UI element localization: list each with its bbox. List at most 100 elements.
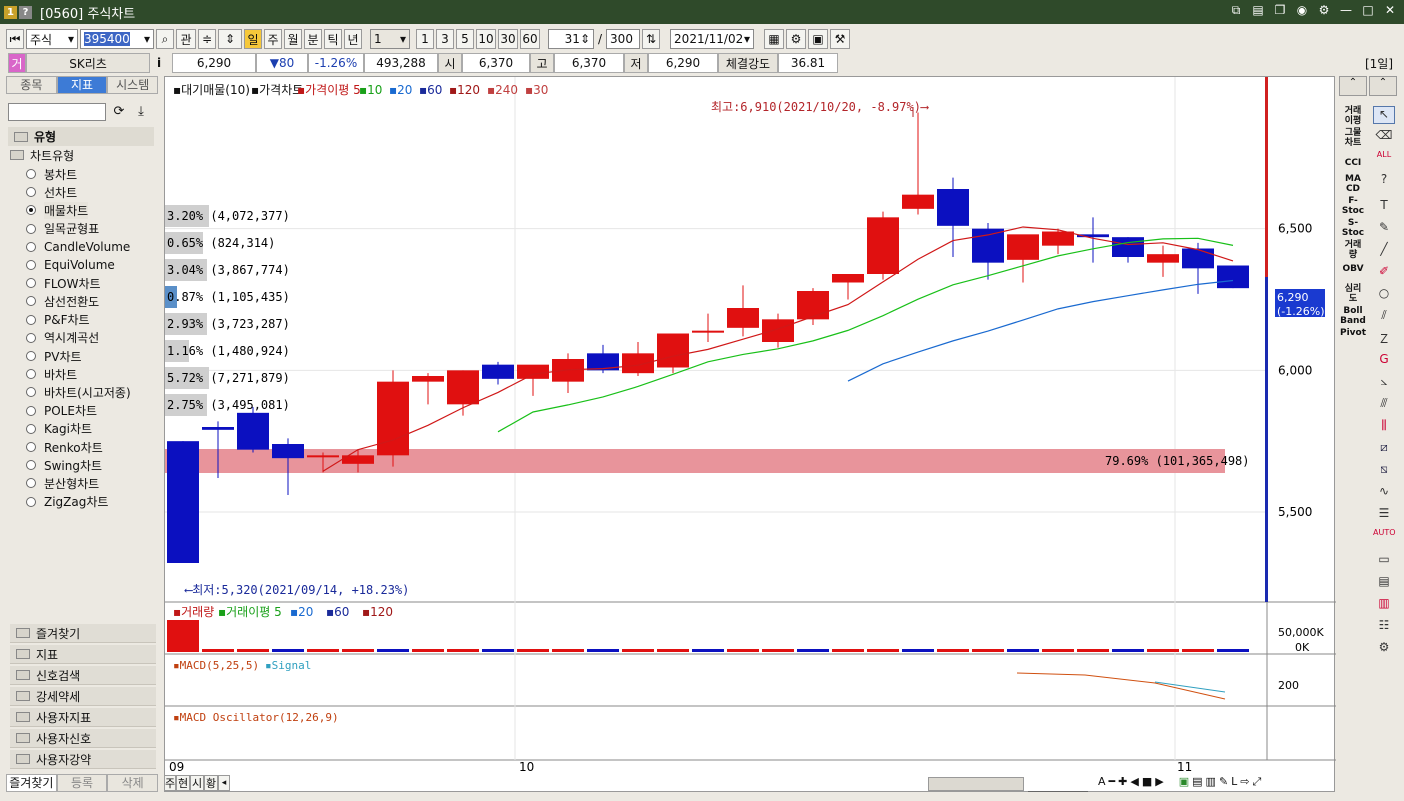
maximize-icon[interactable]: □ [1360, 3, 1376, 18]
chart-type-item[interactable]: 선차트 [26, 184, 77, 200]
hline-icon[interactable]: ☰ [1373, 506, 1395, 524]
first-icon[interactable]: ⏮ [6, 29, 24, 49]
category-item[interactable]: 사용자지표 [10, 708, 156, 727]
link-icon[interactable]: L [1231, 775, 1237, 789]
radio-icon[interactable] [26, 260, 36, 270]
indicator-item[interactable]: 거래 이평 [1339, 106, 1367, 126]
layout-icon[interactable]: ▤ [1250, 3, 1266, 18]
quick-60[interactable]: 60 [520, 29, 540, 49]
radio-icon[interactable] [26, 478, 36, 489]
quick-10[interactable]: 10 [476, 29, 496, 49]
chart-type-item[interactable]: ZigZag차트 [26, 494, 108, 510]
parallel-icon[interactable]: ⫻ [1373, 396, 1395, 414]
collapse-icon[interactable]: ⌃ [1369, 76, 1397, 96]
zigzag-icon[interactable]: Ｚ [1373, 330, 1395, 348]
radio-icon[interactable] [26, 496, 36, 507]
delete-button[interactable]: 삭제 [107, 774, 159, 792]
quick-1[interactable]: 1 [416, 29, 434, 49]
category-item[interactable]: 신호검색 [10, 666, 156, 685]
font-icon[interactable]: A [1098, 775, 1106, 789]
collapse-icon[interactable]: ⌃ [1339, 76, 1367, 96]
indicator-item[interactable]: 심리 도 [1339, 284, 1367, 304]
indicator-item[interactable]: Pivot [1339, 328, 1367, 338]
scroll-left-icon[interactable]: ◂ [218, 775, 230, 791]
category-item[interactable]: 지표 [10, 645, 156, 664]
wrench-icon[interactable]: ⚙ [1373, 640, 1395, 658]
date-select[interactable]: 2021/11/02 ▾ [670, 29, 755, 49]
tab-bottom-2[interactable]: 시 [190, 775, 204, 791]
info-icon[interactable]: i [152, 53, 166, 73]
radio-icon[interactable] [26, 241, 36, 252]
period-minute[interactable]: 분 [304, 29, 322, 49]
tab-bottom-3[interactable]: 황 [204, 775, 218, 791]
chart-type-item[interactable]: CandleVolume [26, 239, 130, 255]
total-input[interactable]: 300 [606, 29, 641, 49]
text-icon[interactable]: T [1373, 198, 1395, 216]
chart-type-item[interactable]: Kagi차트 [26, 421, 92, 437]
radio-icon[interactable] [26, 205, 36, 216]
category-item[interactable]: 사용자신호 [10, 729, 156, 748]
all-icon[interactable]: ALL [1373, 150, 1395, 168]
search-icon[interactable]: ⌕ [156, 29, 174, 49]
eraser-icon[interactable]: ⌫ [1373, 128, 1395, 146]
zoom-icon[interactable]: ⇅ [642, 29, 661, 49]
help-badge[interactable]: ? [19, 5, 32, 19]
period-tick[interactable]: 틱 [324, 29, 342, 49]
radio-icon[interactable] [26, 332, 36, 343]
tab-bottom-1[interactable]: 현 [176, 775, 190, 791]
minus-icon[interactable]: ━ [1109, 775, 1116, 789]
period-year[interactable]: 년 [344, 29, 362, 49]
count-input[interactable]: 31 ⇕ [548, 29, 594, 49]
indicator-item[interactable]: CCI [1339, 158, 1367, 168]
gear-icon[interactable]: ⚙ [1316, 3, 1332, 18]
refresh-icon[interactable]: ⟳ [110, 104, 128, 120]
gear-icon[interactable]: ⚙ [786, 29, 807, 49]
camera-icon[interactable]: ◉ [1294, 3, 1310, 18]
link-icon[interactable]: ⧉ [1228, 3, 1244, 18]
wave-icon[interactable]: ∿ [1373, 484, 1395, 502]
gwan-button[interactable]: 관 [176, 29, 196, 49]
pen-icon[interactable]: ✎ [1373, 220, 1395, 238]
chart-type-item[interactable]: FLOW차트 [26, 275, 101, 291]
minimize-icon[interactable]: — [1338, 3, 1354, 18]
left-search-input[interactable] [8, 103, 106, 121]
radio-icon[interactable] [26, 169, 36, 179]
section-header[interactable]: 유형 [8, 127, 154, 146]
chart-type-item[interactable]: P&F차트 [26, 312, 90, 328]
circle-icon[interactable]: ○ [1373, 286, 1395, 304]
radio-icon[interactable] [26, 423, 36, 434]
image-icon[interactable]: ▥ [1206, 775, 1216, 789]
category-item[interactable]: 즐겨찾기 [10, 624, 156, 643]
list-icon[interactable]: ☷ [1373, 618, 1395, 636]
close-icon[interactable]: ✕ [1382, 3, 1398, 18]
arrow-icon[interactable]: ⇨ [1240, 775, 1249, 789]
tab-stocks[interactable]: 종목 [6, 76, 57, 94]
cursor-icon[interactable]: ↖ [1373, 106, 1395, 124]
quick-30[interactable]: 30 [498, 29, 518, 49]
chart-type-item[interactable]: 분산형차트 [26, 475, 99, 491]
marker-icon[interactable]: ✐ [1373, 264, 1395, 282]
favorites-tab[interactable]: 즐겨찾기 [6, 774, 57, 792]
radio-icon[interactable] [26, 442, 36, 452]
stop-icon[interactable]: ■ [1142, 775, 1152, 789]
group-header[interactable]: 차트유형 [10, 147, 74, 163]
tab-bottom-0[interactable]: 주 [164, 775, 176, 791]
chart-type-item[interactable]: 매물차트 [26, 201, 89, 219]
chart-type-item[interactable]: POLE차트 [26, 403, 97, 419]
settings-icon[interactable]: ✎ [1219, 775, 1228, 789]
indicator-item[interactable]: 거래 량 [1339, 240, 1367, 260]
chart-settings-icon[interactable]: ▦ [764, 29, 785, 49]
indicator-item[interactable]: S- Stoc [1339, 218, 1367, 238]
register-button[interactable]: 등록 [56, 774, 108, 792]
fan-icon[interactable]: ⦣ [1373, 374, 1395, 392]
radio-icon[interactable] [26, 369, 36, 380]
chart-type-item[interactable]: 삼선전환도 [26, 293, 99, 309]
tab-system[interactable]: 시스템 [107, 76, 159, 94]
stepper-icon[interactable]: ⇕ [580, 32, 590, 46]
window-badge-1[interactable]: 1 [4, 5, 17, 19]
indicator-item[interactable]: F- Stoc [1339, 196, 1367, 216]
code-input[interactable]: 395400 ▾ [80, 29, 154, 49]
radio-icon[interactable] [26, 351, 36, 361]
chart-type-item[interactable]: 바차트 [26, 366, 77, 382]
quick-5[interactable]: 5 [456, 29, 474, 49]
